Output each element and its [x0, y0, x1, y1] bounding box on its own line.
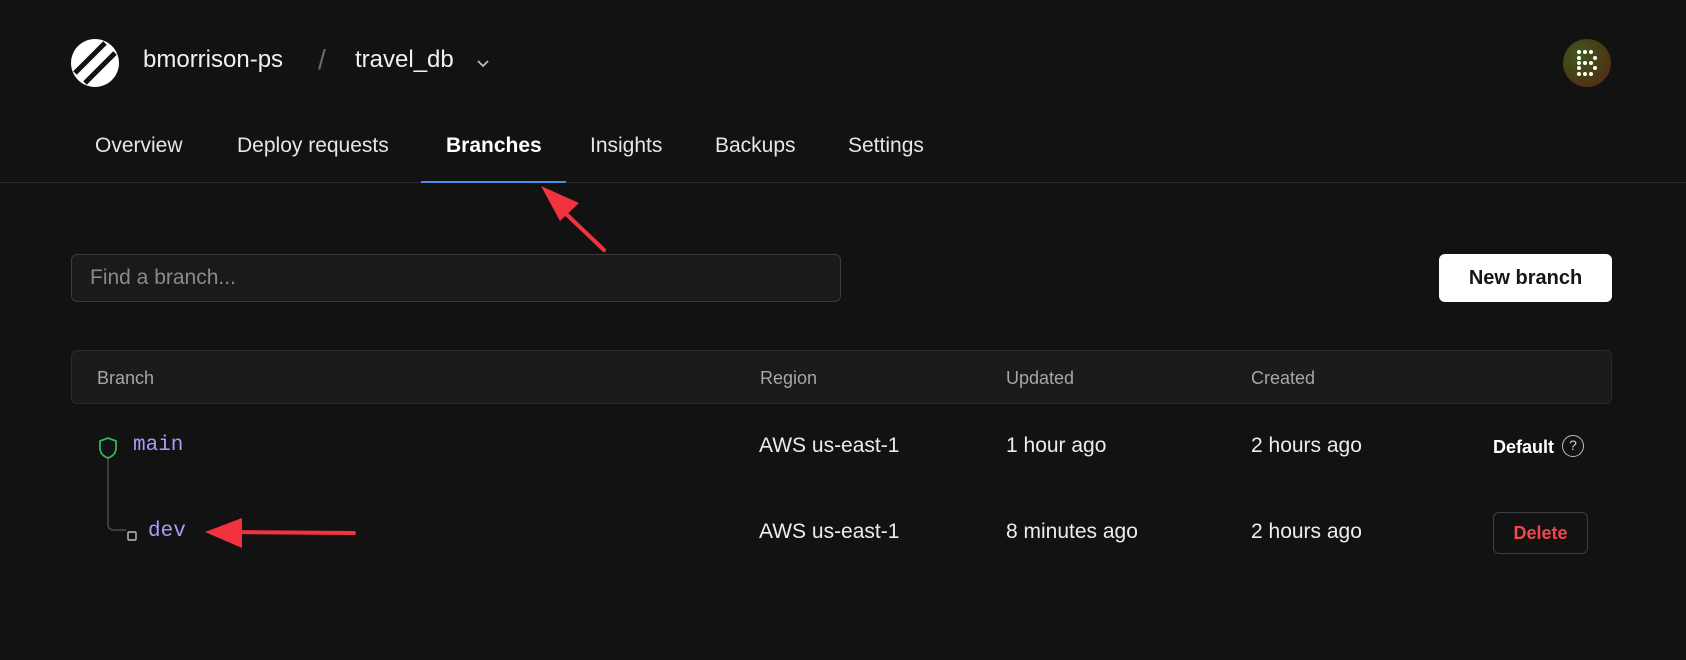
created-cell: 2 hours ago [1251, 520, 1362, 543]
tab-deploy-requests[interactable]: Deploy requests [237, 134, 389, 158]
arrow-to-branches-tab-icon [541, 186, 606, 252]
top-bar: bmorrison-ps / travel_db [0, 0, 1686, 128]
region-cell: AWS us-east-1 [759, 520, 900, 543]
active-tab-indicator [421, 181, 566, 183]
tab-branches[interactable]: Branches [446, 134, 542, 158]
branch-name-dev[interactable]: dev [148, 520, 186, 543]
tab-insights[interactable]: Insights [590, 134, 662, 158]
tab-overview[interactable]: Overview [95, 134, 183, 158]
help-circle-icon[interactable]: ? [1562, 435, 1584, 457]
chevron-down-icon[interactable] [474, 54, 492, 72]
region-cell: AWS us-east-1 [759, 434, 900, 457]
table-header: Branch Region Updated Created [71, 350, 1612, 404]
avatar[interactable] [1563, 39, 1611, 87]
database-name[interactable]: travel_db [355, 46, 454, 74]
updated-cell: 1 hour ago [1006, 434, 1107, 457]
tab-backups[interactable]: Backups [715, 134, 796, 158]
branch-search-input[interactable] [71, 254, 841, 302]
column-header-region: Region [760, 368, 818, 388]
planetscale-logo-icon[interactable] [71, 39, 119, 87]
branch-name-main[interactable]: main [133, 434, 183, 457]
column-header-branch: Branch [97, 368, 155, 388]
tab-settings[interactable]: Settings [848, 134, 924, 158]
default-badge: Default [1493, 437, 1555, 457]
avatar-letter-b-icon [1577, 50, 1597, 76]
shield-icon [98, 436, 118, 465]
updated-cell: 8 minutes ago [1006, 520, 1138, 543]
branch-node-icon [127, 528, 137, 546]
database-nav: Overview Deploy requests Branches Insigh… [0, 128, 1686, 183]
arrow-to-dev-branch-icon [205, 518, 356, 548]
column-header-updated: Updated [1006, 368, 1075, 388]
breadcrumb-separator: / [318, 44, 326, 75]
org-name[interactable]: bmorrison-ps [143, 46, 283, 74]
column-header-created: Created [1251, 368, 1316, 388]
delete-branch-button[interactable]: Delete [1493, 512, 1588, 554]
new-branch-button[interactable]: New branch [1439, 254, 1612, 302]
created-cell: 2 hours ago [1251, 434, 1362, 457]
branch-tree-connector [107, 458, 126, 531]
